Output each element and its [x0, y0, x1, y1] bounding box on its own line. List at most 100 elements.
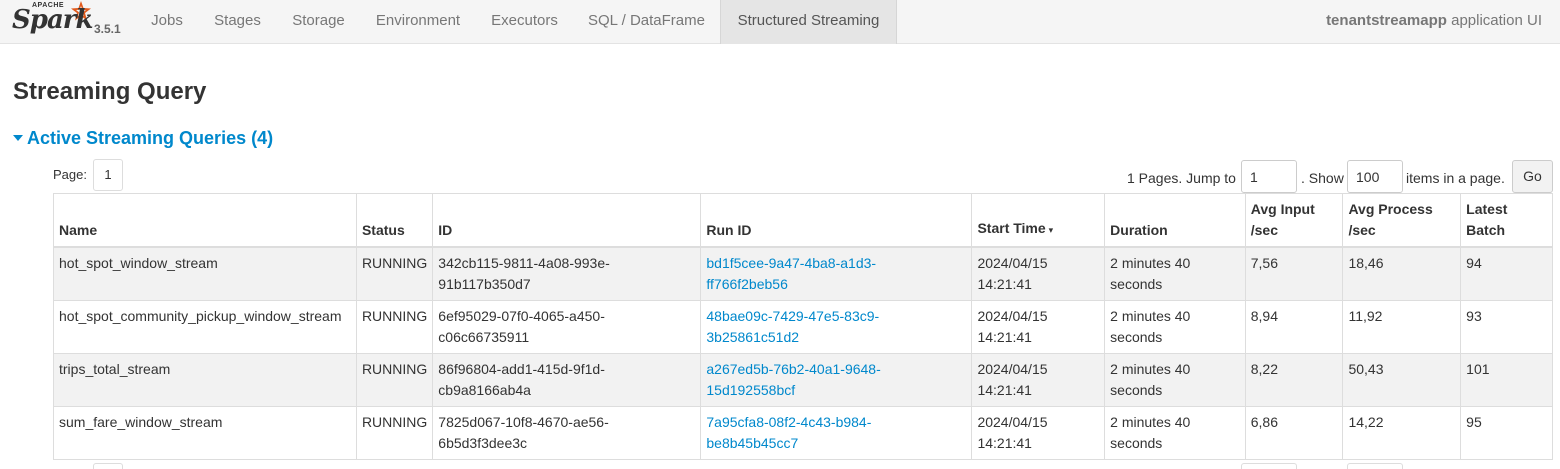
table-row: sum_fare_window_stream RUNNING 7825d067-… — [53, 406, 1553, 460]
run-id-line2: be8b45b45cc7 — [706, 435, 799, 451]
cell-name: hot_spot_window_stream — [53, 246, 357, 301]
active-queries-table: Name Status ID Run ID Start Time ▾ Durati… — [53, 193, 1553, 460]
bottom-jump-input — [1241, 463, 1297, 469]
cell-avg-process: 18,46 — [1342, 246, 1462, 301]
cell-latest-batch: 95 — [1460, 406, 1553, 460]
header-start-time-label: Start Time — [977, 220, 1046, 236]
sort-desc-icon: ▾ — [1048, 225, 1054, 235]
duration-line2: seconds — [1110, 382, 1163, 398]
run-id-link[interactable]: 7a95cfa8-08f2-4c43-b984- be8b45b45cc7 — [706, 414, 871, 451]
id-line2: 6b5d3f3dee3c — [438, 435, 528, 451]
start-time: 14:21:41 — [977, 329, 1032, 345]
go-button[interactable]: Go — [1512, 160, 1553, 193]
start-time: 14:21:41 — [977, 276, 1032, 292]
tab-structured-streaming[interactable]: Structured Streaming — [720, 0, 897, 44]
cell-run-id: a267ed5b-76b2-40a1-9648- 15d192558bcf — [700, 353, 973, 407]
cell-status: RUNNING — [355, 300, 434, 354]
run-id-line1: bd1f5cee-9a47-4ba8-a1d3- — [706, 255, 877, 271]
cell-avg-input: 7,56 — [1244, 246, 1344, 301]
run-id-line2: ff766f2beb56 — [706, 276, 788, 292]
start-date: 2024/04/15 — [977, 361, 1048, 377]
id-line1: 342cb115-9811-4a08-993e- — [438, 255, 610, 271]
run-id-line1: a267ed5b-76b2-40a1-9648- — [706, 361, 881, 377]
tab-environment[interactable]: Environment — [361, 0, 475, 44]
run-id-line1: 48bae09c-7429-47e5-83c9- — [706, 308, 880, 324]
run-id-line2: 15d192558bcf — [706, 382, 796, 398]
header-status[interactable]: Status — [355, 193, 434, 248]
header-duration[interactable]: Duration — [1104, 193, 1246, 248]
pages-jump-label: 1 Pages. Jump to — [1127, 170, 1236, 186]
header-start-time[interactable]: Start Time ▾ — [971, 193, 1106, 248]
duration-line1: 2 minutes 40 — [1110, 308, 1191, 324]
jump-to-page-input[interactable] — [1241, 160, 1297, 193]
cell-duration: 2 minutes 40 seconds — [1104, 300, 1246, 354]
cell-run-id: 7a95cfa8-08f2-4c43-b984- be8b45b45cc7 — [700, 406, 973, 460]
top-navbar: APACHE Spark 3.5.1 Jobs Stages Storage E… — [0, 0, 1560, 44]
header-avg-input[interactable]: Avg Input/sec — [1244, 193, 1344, 248]
cell-latest-batch: 93 — [1460, 300, 1553, 354]
page-size-input[interactable] — [1347, 160, 1403, 193]
duration-line2: seconds — [1110, 329, 1163, 345]
cell-latest-batch: 101 — [1460, 353, 1553, 407]
header-latest-batch-line1: Latest — [1466, 201, 1508, 217]
id-line2: c06c66735911 — [438, 329, 530, 345]
header-avg-process[interactable]: Avg Process/sec — [1342, 193, 1462, 248]
page-number-link[interactable]: 1 — [93, 159, 123, 191]
id-line2: 91b117b350d7 — [438, 276, 531, 292]
cell-status: RUNNING — [355, 246, 434, 301]
cell-avg-process: 11,92 — [1342, 300, 1462, 354]
tab-storage[interactable]: Storage — [277, 0, 360, 44]
start-date: 2024/04/15 — [977, 255, 1048, 271]
header-latest-batch[interactable]: Latest Batch — [1460, 193, 1553, 248]
cell-latest-batch: 94 — [1460, 246, 1553, 301]
cell-status: RUNNING — [355, 353, 434, 407]
duration-line1: 2 minutes 40 — [1110, 361, 1191, 377]
header-name[interactable]: Name — [53, 193, 357, 248]
table-row: hot_spot_community_pickup_window_stream … — [53, 300, 1553, 354]
start-date: 2024/04/15 — [977, 308, 1048, 324]
app-name: tenantstreamapp — [1326, 12, 1447, 29]
cell-avg-process: 14,22 — [1342, 406, 1462, 460]
run-id-link[interactable]: a267ed5b-76b2-40a1-9648- 15d192558bcf — [706, 361, 880, 398]
duration-line1: 2 minutes 40 — [1110, 255, 1191, 271]
cell-id: 86f96804-add1-415d-9f1d-cb9a8166ab4a — [432, 353, 702, 407]
start-time: 14:21:41 — [977, 435, 1032, 451]
header-avg-input-line1: Avg Input — [1250, 201, 1315, 217]
cell-avg-input: 8,94 — [1244, 300, 1344, 354]
tab-sql-dataframe[interactable]: SQL / DataFrame — [574, 0, 719, 44]
table-row: trips_total_stream RUNNING 86f96804-add1… — [53, 353, 1553, 407]
header-latest-batch-line2: Batch — [1466, 222, 1506, 238]
cell-run-id: 48bae09c-7429-47e5-83c9- 3b25861c51d2 — [700, 300, 973, 354]
id-line2: cb9a8166ab4a — [438, 382, 531, 398]
header-id[interactable]: ID — [432, 193, 702, 248]
cell-start-time: 2024/04/15 14:21:41 — [971, 246, 1106, 301]
header-avg-process-line1: Avg Process — [1348, 201, 1433, 217]
spark-wordmark: Spark — [12, 5, 94, 35]
header-run-id[interactable]: Run ID — [700, 193, 973, 248]
app-suffix: application UI — [1446, 12, 1542, 29]
run-id-link[interactable]: bd1f5cee-9a47-4ba8-a1d3- ff766f2beb56 — [706, 255, 876, 292]
tab-stages[interactable]: Stages — [199, 0, 276, 44]
bottom-page-box — [93, 463, 123, 469]
page-title: Streaming Query — [13, 78, 207, 105]
tab-jobs[interactable]: Jobs — [137, 0, 197, 44]
tab-executors[interactable]: Executors — [476, 0, 573, 44]
cell-avg-input: 8,22 — [1244, 353, 1344, 407]
run-id-link[interactable]: 48bae09c-7429-47e5-83c9- 3b25861c51d2 — [706, 308, 879, 345]
id-line1: 7825d067-10f8-4670-ae56- — [438, 414, 609, 430]
cell-name: trips_total_stream — [53, 353, 357, 407]
active-queries-title: Active Streaming Queries (4) — [27, 128, 274, 148]
cell-duration: 2 minutes 40 seconds — [1104, 246, 1246, 301]
duration-line2: seconds — [1110, 435, 1163, 451]
spark-logo[interactable]: APACHE Spark 3.5.1 — [12, 0, 132, 44]
cell-run-id: bd1f5cee-9a47-4ba8-a1d3- ff766f2beb56 — [700, 246, 973, 301]
cell-id: 7825d067-10f8-4670-ae56- 6b5d3f3dee3c — [432, 406, 702, 460]
page-label: Page: — [53, 167, 87, 182]
caret-down-icon — [13, 134, 23, 141]
active-queries-toggle[interactable]: Active Streaming Queries (4) — [13, 128, 273, 149]
bottom-page-size-input — [1347, 463, 1403, 469]
cell-id: 342cb115-9811-4a08-993e- 91b117b350d7 — [432, 246, 702, 301]
cell-avg-process: 50,43 — [1342, 353, 1462, 407]
cell-id: 6ef95029-07f0-4065-a450- c06c66735911 — [432, 300, 702, 354]
show-label: . Show — [1301, 170, 1344, 186]
